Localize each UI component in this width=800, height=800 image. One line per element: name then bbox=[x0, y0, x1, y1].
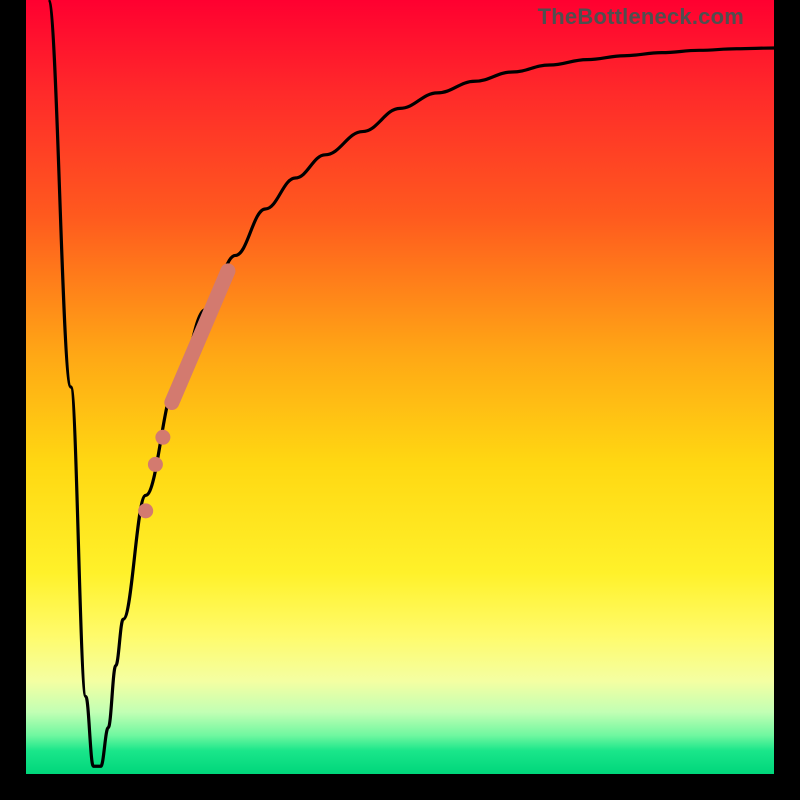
bottleneck-curve bbox=[48, 0, 774, 766]
dot-2 bbox=[148, 457, 163, 472]
chart-frame: TheBottleneck.com bbox=[0, 0, 800, 800]
curve-layer bbox=[26, 0, 774, 774]
thick-segment bbox=[172, 271, 228, 403]
dot-3 bbox=[138, 503, 153, 518]
dot-1 bbox=[155, 430, 170, 445]
plot-area: TheBottleneck.com bbox=[26, 0, 774, 774]
